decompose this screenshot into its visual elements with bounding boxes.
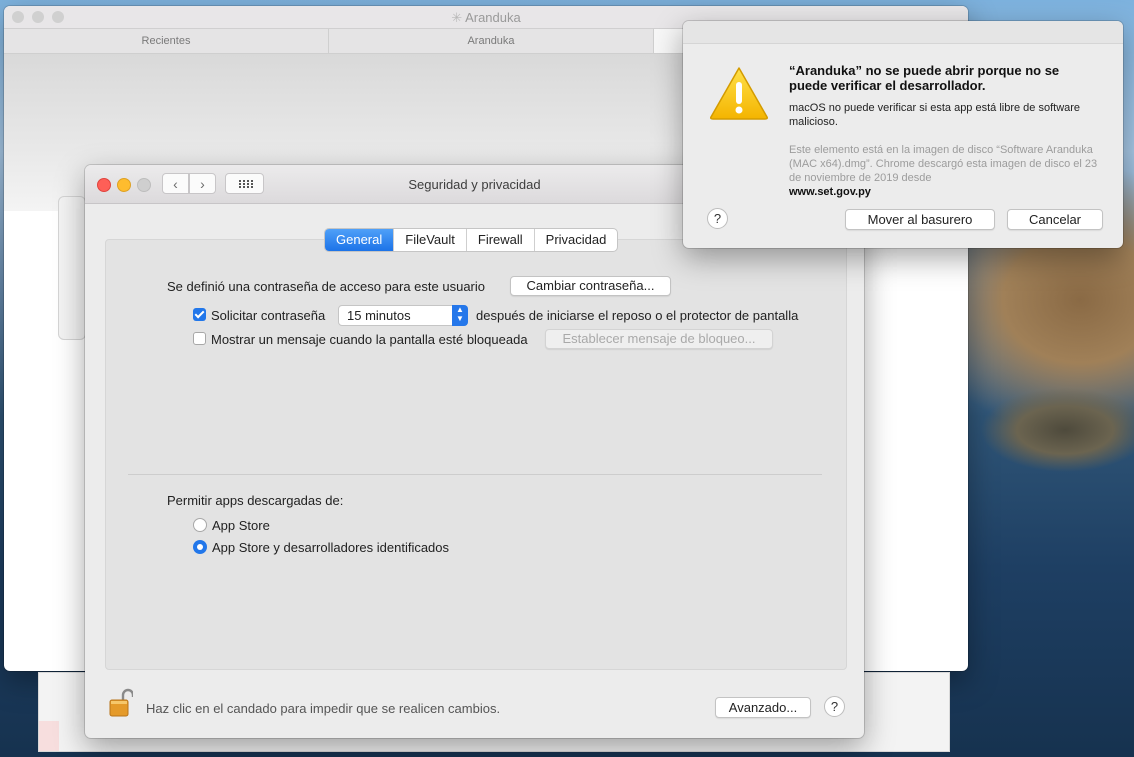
- change-password-button[interactable]: Cambiar contraseña...: [510, 276, 671, 296]
- background-highlight: [39, 721, 59, 751]
- security-privacy-window: ‹ › Seguridad y privacidad General FileV…: [85, 165, 864, 738]
- allow-apps-label: Permitir apps descargadas de:: [167, 493, 344, 508]
- alert-message: macOS no puede verificar si esta app est…: [789, 102, 1081, 128]
- general-panel: [105, 239, 847, 670]
- tab-filevault[interactable]: FileVault: [394, 229, 467, 251]
- lock-hint: Haz clic en el candado para impedir que …: [146, 701, 501, 716]
- move-to-trash-button[interactable]: Mover al basurero: [845, 209, 995, 230]
- radio-app-store[interactable]: [193, 518, 207, 532]
- alert-title: “Aranduka” no se puede abrir porque no s…: [789, 63, 1060, 93]
- warning-icon: [710, 67, 768, 120]
- show-message-label: Mostrar un mensaje cuando la pantalla es…: [211, 332, 528, 347]
- require-password-label: Solicitar contraseña: [211, 308, 326, 323]
- tab-general[interactable]: General: [325, 229, 395, 251]
- cancel-button[interactable]: Cancelar: [1007, 209, 1103, 230]
- radio-app-store-identified-label: App Store y desarrolladores identificado…: [212, 540, 450, 555]
- advanced-button[interactable]: Avanzado...: [715, 697, 811, 718]
- set-lock-message-button: Establecer mensaje de bloqueo...: [545, 329, 773, 349]
- unlocked-padlock-icon[interactable]: [109, 688, 133, 718]
- require-password-delay-select[interactable]: 15 minutos ▲ ▼: [338, 305, 468, 326]
- alert-info: Este elemento está en la imagen de disco…: [789, 144, 1098, 184]
- chevron-updown-icon: ▲ ▼: [452, 305, 468, 326]
- require-password-checkbox[interactable]: [193, 308, 206, 321]
- password-set-label: Se definió una contraseña de acceso para…: [167, 279, 485, 294]
- background-card: [58, 196, 86, 340]
- tab-aranduka[interactable]: Aranduka: [329, 29, 654, 53]
- alert-help-button[interactable]: ?: [707, 208, 728, 229]
- tab-privacy[interactable]: Privacidad: [535, 229, 618, 251]
- gatekeeper-alert: “Aranduka” no se puede abrir porque no s…: [683, 21, 1123, 248]
- help-button[interactable]: ?: [824, 696, 845, 717]
- tab-bar: General FileVault Firewall Privacidad: [324, 228, 619, 252]
- radio-app-store-label: App Store: [212, 518, 270, 533]
- section-divider: [128, 474, 822, 475]
- tab-recientes[interactable]: Recientes: [4, 29, 329, 53]
- require-password-suffix: después de iniciarse el reposo o el prot…: [476, 308, 799, 323]
- tab-firewall[interactable]: Firewall: [467, 229, 535, 251]
- require-password-delay-value: 15 minutos: [347, 308, 411, 323]
- alert-titlebar: [683, 21, 1123, 44]
- app-icon: ✳: [451, 10, 463, 25]
- radio-app-store-identified[interactable]: [193, 540, 207, 554]
- show-message-checkbox[interactable]: [193, 332, 206, 345]
- alert-host: www.set.gov.py: [789, 186, 871, 198]
